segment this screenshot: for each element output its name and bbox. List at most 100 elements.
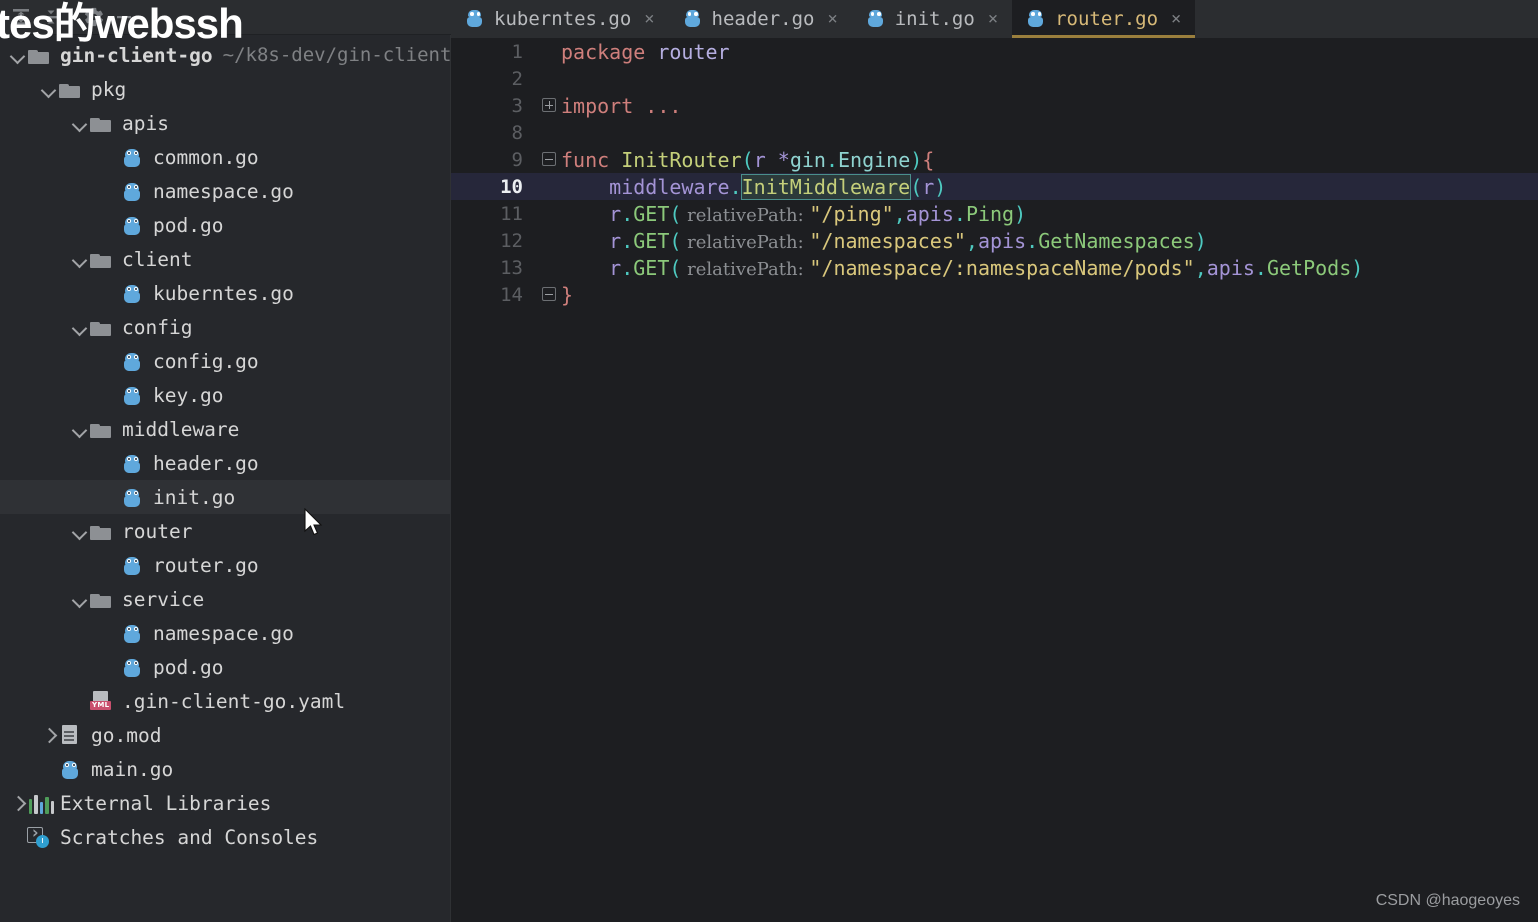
tree-item-key-go[interactable]: key.go [0,378,451,412]
tab-init-go[interactable]: init.go × [852,0,1012,38]
project-file-tree[interactable]: gin-client-go ~/k8s-dev/gin-client pkg apis… [0,36,451,922]
chevron-down-icon[interactable] [72,591,88,607]
tree-item-apis[interactable]: apis [0,106,451,140]
folder-icon [88,418,116,440]
tree-arrow-spacer [103,455,119,471]
code-text: middleware.InitMiddleware(r) [561,173,947,200]
tree-item-service-pod-go[interactable]: pod.go [0,650,451,684]
code-token: . [825,147,838,172]
code-token: apis [905,201,954,226]
tree-item-router[interactable]: router [0,514,451,548]
tree-item-main-go[interactable]: main.go [0,752,451,786]
tree-arrow-spacer [41,761,57,777]
tab-header-go[interactable]: header.go × [669,0,852,38]
gopher-eyes [870,12,881,16]
code-line[interactable]: 1 package router [451,38,1538,65]
code-line[interactable]: 3 import ... [451,92,1538,119]
close-icon[interactable]: × [988,9,998,29]
code-token: . [621,255,634,280]
tree-item-label: namespace.go [153,621,294,645]
library-icon [26,792,55,814]
doc-file-icon [57,724,85,746]
tree-arrow-spacer [103,285,119,301]
gopher-eyes [127,389,138,393]
tree-item-label: config.go [153,349,259,373]
code-text: package router [561,40,730,64]
code-line[interactable]: 14} [451,281,1538,308]
code-line[interactable]: 8 [451,119,1538,146]
chevron-down-icon[interactable] [72,319,88,335]
tree-item-middleware[interactable]: middleware [0,412,451,446]
fold-gutter-spacer [539,119,561,146]
chevron-right-icon[interactable] [10,795,26,811]
tree-item-label: main.go [91,757,174,781]
code-line[interactable]: 9 func InitRouter(r *gin.Engine){ [451,146,1538,173]
chevron-down-icon[interactable] [72,421,88,437]
tree-arrow-spacer [103,149,119,165]
tree-item-service[interactable]: service [0,582,451,616]
tree-arrow-spacer [103,489,119,505]
chevron-down-icon[interactable] [41,81,57,97]
tree-item-label: client [122,247,193,271]
close-icon[interactable]: × [1171,9,1181,29]
code-token: . [1026,228,1039,253]
go-file-icon [119,452,147,474]
tab-router-go[interactable]: router.go × [1012,0,1196,38]
close-icon[interactable]: × [827,9,837,29]
code-line[interactable]: 12 r.GET( relativePath: "/namespaces",ap… [451,227,1538,254]
code-line[interactable]: 2 [451,65,1538,92]
code-token: ) [1014,201,1027,226]
folder-icon [88,316,116,338]
tree-item-service-namespace-go[interactable]: namespace.go [0,616,451,650]
fold-end-icon[interactable] [539,281,561,308]
close-icon[interactable]: × [644,9,654,29]
tree-item-init-go[interactable]: init.go [0,480,451,514]
tree-item-kuberntes-go[interactable]: kuberntes.go [0,276,451,310]
tree-item-apis-pod-go[interactable]: pod.go [0,208,451,242]
tree-item-label: .gin-client-go.yaml [122,689,346,713]
line-number: 3 [511,94,523,117]
folder-icon [88,588,116,610]
go-file-icon [119,180,147,202]
code-token: relativePath: [681,231,810,253]
code-line[interactable]: 11 r.GET( relativePath: "/ping",apis.Pin… [451,200,1538,227]
tree-item-label: service [122,587,205,611]
chevron-right-icon[interactable] [41,727,57,743]
tree-item-label: common.go [153,145,259,169]
yml-badge: YML [90,701,112,710]
code-editor[interactable]: 1 package router 2 3 import ... 8 9 func InitRo… [451,38,1538,922]
code-line[interactable]: 10 middleware.InitMiddleware(r) [451,173,1538,200]
tree-item-config-go[interactable]: config.go [0,344,451,378]
tree-item-gin-client-go-yaml[interactable]: YML .gin-client-go.yaml [0,684,451,718]
fold-gutter-spacer [539,65,561,92]
tree-item-label: go.mod [91,723,162,747]
tree-arrow-spacer [103,557,119,573]
code-token: ) [934,174,947,199]
go-file-icon [1026,9,1046,29]
chevron-down-icon[interactable] [72,115,88,131]
code-token: GET [633,255,670,280]
tree-item-header-go[interactable]: header.go [0,446,451,480]
editor-tab-bar[interactable]: kuberntes.go × header.go × init.go × router.go… [451,0,1538,38]
fold-expand-icon[interactable] [539,92,561,119]
tab-label: header.go [711,8,815,30]
tree-item-config[interactable]: config [0,310,451,344]
tree-item-client[interactable]: client [0,242,451,276]
code-token: GET [633,201,670,226]
tree-item-label: router.go [153,553,259,577]
tree-item-apis-namespace-go[interactable]: namespace.go [0,174,451,208]
code-token: r [561,228,622,253]
fold-collapse-icon[interactable] [539,146,561,173]
tree-item-router-go[interactable]: router.go [0,548,451,582]
code-token: GetNamespaces [1038,228,1195,253]
code-line[interactable]: 13 r.GET( relativePath: "/namespace/:nam… [451,254,1538,281]
tree-item-common-go[interactable]: common.go [0,140,451,174]
tree-item-scratches-and-consoles[interactable]: Scratches and Consoles [0,820,451,854]
tree-item-external-libraries[interactable]: External Libraries [0,786,451,820]
code-text: r.GET( relativePath: "/namespace/:namesp… [561,256,1363,280]
chevron-down-icon[interactable] [72,251,88,267]
tree-item-pkg[interactable]: pkg [0,72,451,106]
tree-item-go-mod[interactable]: go.mod [0,718,451,752]
tab-kuberntes-go[interactable]: kuberntes.go × [451,0,669,38]
chevron-down-icon[interactable] [72,523,88,539]
